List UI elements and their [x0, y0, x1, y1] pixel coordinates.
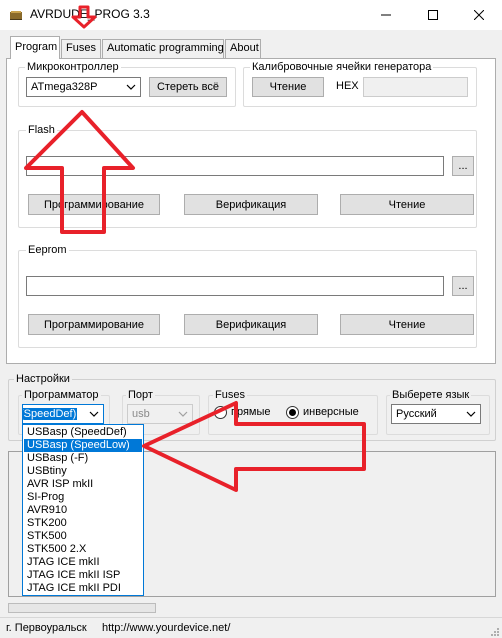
port-select-value: usb — [132, 408, 150, 420]
fuses-inverse-label: инверсные — [303, 406, 359, 418]
tab-label: Automatic programming — [107, 42, 224, 54]
list-item[interactable]: SI-Prog — [24, 491, 142, 504]
fuses-direct-radio[interactable] — [214, 406, 227, 419]
eeprom-file-input[interactable] — [26, 276, 444, 296]
eeprom-browse-button[interactable]: ... — [452, 276, 474, 296]
status-bar: г. Первоуральск http://www.yourdevice.ne… — [0, 617, 502, 638]
eeprom-read-button[interactable]: Чтение — [340, 314, 474, 335]
list-item[interactable]: STK500 2.X — [24, 543, 142, 556]
tab-label: About — [230, 42, 259, 54]
programmer-select-value: (SpeedDef) — [23, 408, 78, 420]
maximize-button[interactable] — [410, 0, 456, 30]
port-label: Порт — [126, 389, 155, 401]
app-chip-icon — [10, 11, 22, 20]
flash-file-input[interactable] — [26, 156, 444, 176]
hex-value-field — [363, 77, 468, 97]
resize-grip-icon[interactable] — [489, 626, 501, 638]
close-button[interactable] — [456, 0, 502, 30]
language-label: Выберете язык — [390, 389, 472, 401]
maximize-icon — [428, 10, 438, 20]
tab-about[interactable]: About — [225, 39, 261, 58]
hex-label: HEX — [336, 80, 359, 92]
list-item[interactable]: USBasp (SpeedLow) — [24, 439, 142, 452]
status-url[interactable]: http://www.yourdevice.net/ — [102, 622, 230, 634]
progress-bar — [8, 603, 156, 613]
list-item[interactable]: AVR ISP mkII — [24, 478, 142, 491]
list-item[interactable]: USBasp (SpeedDef) — [24, 426, 142, 439]
minimize-icon — [381, 14, 391, 16]
tab-label: Fuses — [66, 42, 96, 54]
mcu-select[interactable]: ATmega328P — [26, 77, 141, 97]
list-item[interactable]: STK500 — [24, 530, 142, 543]
tab-fuses[interactable]: Fuses — [61, 39, 101, 58]
flash-read-button[interactable]: Чтение — [340, 194, 474, 215]
list-item[interactable]: USBasp (-F) — [24, 452, 142, 465]
mcu-group-label: Микроконтроллер — [25, 61, 121, 73]
list-item[interactable]: AVR910 — [24, 504, 142, 517]
programmer-dropdown-list[interactable]: USBasp (SpeedDef) USBasp (SpeedLow) USBa… — [22, 424, 144, 596]
chevron-down-icon — [178, 411, 188, 417]
list-item[interactable]: JTAG ICE mkII — [24, 556, 142, 569]
chevron-down-icon — [126, 84, 136, 90]
mcu-select-value: ATmega328P — [31, 81, 98, 93]
list-item[interactable]: STK200 — [24, 517, 142, 530]
flash-group-label: Flash — [26, 124, 57, 136]
eeprom-program-button[interactable]: Программирование — [28, 314, 160, 335]
minimize-button[interactable] — [363, 0, 409, 30]
port-select: usb — [127, 404, 193, 424]
chevron-down-icon — [466, 411, 476, 417]
calibration-group-label: Калибровочные ячейки генератора — [250, 61, 434, 73]
programmer-select[interactable]: (SpeedDef) — [22, 404, 104, 424]
language-select[interactable]: Русский — [391, 404, 481, 424]
tab-automatic-programming[interactable]: Automatic programming — [102, 39, 224, 58]
language-select-value: Русский — [396, 408, 437, 420]
tab-label: Program — [15, 41, 58, 53]
status-city: г. Первоуральск — [6, 622, 87, 634]
flash-browse-button[interactable]: ... — [452, 156, 474, 176]
tab-program[interactable]: Program — [10, 36, 60, 59]
eeprom-verify-button[interactable]: Верификация — [184, 314, 318, 335]
close-icon — [474, 10, 484, 20]
list-item[interactable]: USBtiny — [24, 465, 142, 478]
chevron-down-icon — [89, 411, 99, 417]
window-title: AVRDUDE_PROG 3.3 — [30, 7, 150, 21]
fuses-inverse-radio[interactable] — [286, 406, 299, 419]
settings-group-label: Настройки — [14, 373, 72, 385]
flash-program-button[interactable]: Программирование — [28, 194, 160, 215]
flash-verify-button[interactable]: Верификация — [184, 194, 318, 215]
calibration-read-button[interactable]: Чтение — [252, 77, 324, 97]
erase-all-button[interactable]: Стереть всё — [149, 77, 227, 97]
programmer-label: Программатор — [22, 389, 101, 401]
fuses-direct-label: прямые — [231, 406, 271, 418]
list-item[interactable]: JTAG ICE mkII PDI — [24, 582, 142, 595]
eeprom-group-label: Eeprom — [26, 244, 69, 256]
list-item[interactable]: JTAG ICE mkII ISP — [24, 569, 142, 582]
fuses-mode-label: Fuses — [213, 389, 247, 401]
title-bar[interactable]: AVRDUDE_PROG 3.3 — [0, 0, 502, 30]
radio-dot — [289, 409, 296, 416]
